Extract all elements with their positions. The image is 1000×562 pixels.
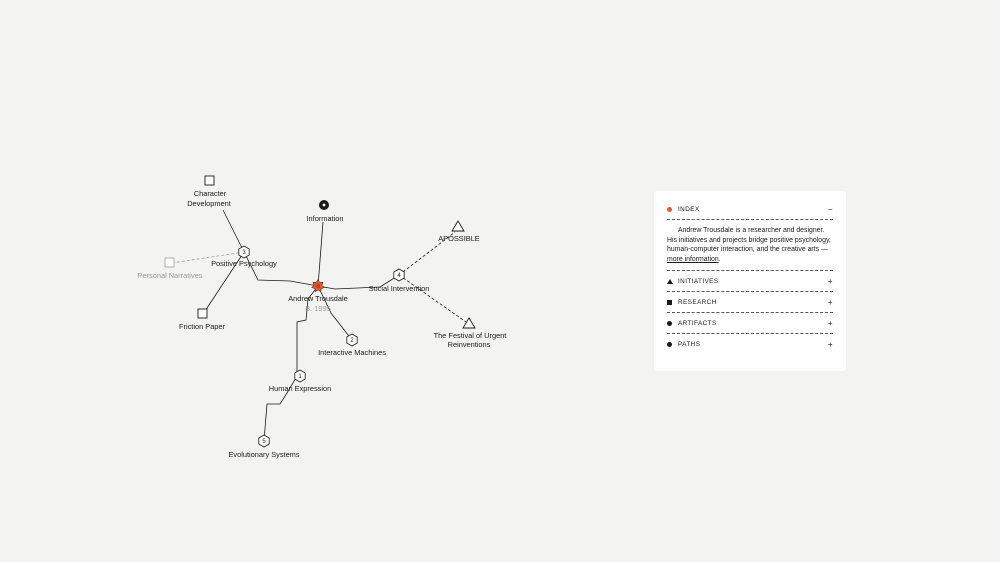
dot-icon	[667, 320, 672, 326]
node-information[interactable]: Information	[307, 200, 344, 223]
section-label: ARTIFACTS	[678, 319, 717, 327]
node-personal-narratives[interactable]: Personal Narratives	[138, 257, 203, 280]
edge-social-festival	[398, 274, 467, 323]
network-graph: Information Character Development Person…	[138, 175, 507, 459]
character-square-icon	[204, 175, 215, 186]
section-initiatives[interactable]: INITIATIVES +	[667, 271, 833, 293]
apossible-triangle-icon	[451, 220, 465, 232]
label-center-born: B. 1995	[305, 304, 330, 313]
label-personal-narratives: Personal Narratives	[138, 271, 203, 280]
label-human-expression: Human Expression	[269, 384, 331, 393]
section-label: PATHS	[678, 340, 701, 348]
label-interactive-machines: Interactive Machines	[318, 348, 386, 357]
expand-toggle-icon[interactable]: +	[828, 298, 833, 307]
festival-triangle-icon	[462, 317, 476, 329]
index-description: Andrew Trousdale is a researcher and des…	[667, 220, 833, 272]
node-character-development[interactable]: Character Development	[187, 175, 231, 208]
edge-positive-psychology-character	[222, 209, 245, 253]
section-artifacts[interactable]: ARTIFACTS +	[667, 313, 833, 335]
label-evolutionary-systems: Evolutionary Systems	[228, 450, 299, 459]
hub-social-intervention[interactable]: 4 Social Intervention	[369, 268, 430, 293]
index-row[interactable]: INDEX −	[667, 199, 833, 220]
node-apossible[interactable]: APOSSIBLE	[438, 220, 480, 243]
section-label: RESEARCH	[678, 298, 717, 306]
node-festival[interactable]: The Festival of Urgent Reinventions	[434, 317, 507, 349]
expand-toggle-icon[interactable]: +	[828, 277, 833, 286]
index-label: INDEX	[678, 205, 700, 213]
hub-positive-psychology[interactable]: 3 Positive Psychology	[211, 245, 277, 268]
square-icon	[667, 299, 672, 305]
section-research[interactable]: RESEARCH +	[667, 292, 833, 314]
label-festival-line2: Reinventions	[448, 340, 491, 349]
label-friction-paper: Friction Paper	[179, 322, 226, 331]
index-panel: INDEX − Andrew Trousdale is a researcher…	[654, 191, 846, 371]
expand-toggle-icon[interactable]: +	[828, 340, 833, 349]
section-paths[interactable]: PATHS +	[667, 334, 833, 354]
more-information-link[interactable]: more information	[667, 256, 719, 263]
label-apossible: APOSSIBLE	[438, 234, 480, 243]
collapse-toggle-icon[interactable]: −	[828, 205, 833, 214]
hub-interactive-machines[interactable]: 2 Interactive Machines	[318, 333, 386, 357]
hub-evolutionary-systems[interactable]: 5 Evolutionary Systems	[228, 434, 300, 459]
label-center-name: Andrew Trousdale	[288, 294, 348, 303]
label-social-intervention: Social Intervention	[369, 284, 430, 293]
label-information: Information	[307, 214, 344, 223]
orange-dot-icon	[667, 206, 672, 212]
label-development: Development	[187, 199, 231, 208]
friction-square-icon	[197, 308, 208, 319]
triangle-icon	[667, 278, 673, 284]
hub-human-expression[interactable]: 1 Human Expression	[269, 369, 331, 393]
label-positive-psychology: Positive Psychology	[211, 259, 277, 268]
label-character: Character	[194, 189, 227, 198]
description-suffix: .	[718, 255, 721, 263]
node-friction-paper[interactable]: Friction Paper	[179, 308, 226, 331]
label-festival-line1: The Festival of Urgent	[434, 331, 507, 340]
edge-center-information	[317, 221, 324, 287]
section-label: INITIATIVES	[678, 277, 719, 285]
narratives-square-icon	[164, 257, 175, 268]
node-center-andrew-trousdale[interactable]: Andrew Trousdale B. 1995	[288, 279, 348, 314]
expand-toggle-icon[interactable]: +	[828, 319, 833, 328]
dot-icon	[667, 341, 672, 347]
edge-center-positive-psychology	[243, 251, 319, 287]
description-text: Andrew Trousdale is a researcher and des…	[667, 227, 831, 254]
